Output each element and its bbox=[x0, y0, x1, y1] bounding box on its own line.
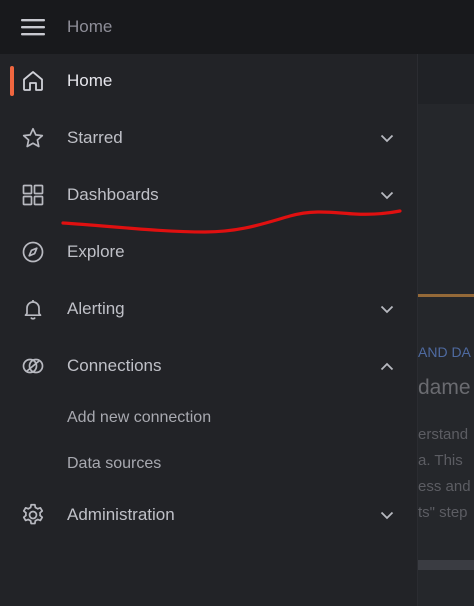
background-scrollbar bbox=[416, 560, 474, 570]
nav-subitem-data-sources[interactable]: Data sources bbox=[67, 455, 161, 473]
background-text: a. This bbox=[418, 452, 463, 469]
background-accent-line bbox=[416, 294, 474, 297]
nav-item-dashboards[interactable]: Dashboards bbox=[0, 172, 418, 218]
chevron-down-icon[interactable] bbox=[377, 128, 397, 148]
chevron-down-icon[interactable] bbox=[377, 299, 397, 319]
nav-item-label: Explore bbox=[67, 242, 125, 261]
chevron-down-icon[interactable] bbox=[377, 505, 397, 525]
nav-item-explore[interactable]: Explore bbox=[0, 229, 418, 275]
active-indicator bbox=[10, 66, 14, 96]
nav-item-label: Starred bbox=[67, 128, 123, 147]
compass-icon bbox=[19, 238, 47, 266]
background-page: AND DA dame erstand a. This ess and ts" … bbox=[416, 54, 474, 606]
star-icon bbox=[19, 124, 47, 152]
top-bar: Home bbox=[0, 0, 474, 54]
nav-item-label: Administration bbox=[67, 505, 175, 524]
breadcrumb[interactable]: Home bbox=[67, 17, 112, 37]
nav-item-label: Home bbox=[67, 71, 113, 90]
menu-toggle-button[interactable] bbox=[13, 7, 53, 47]
nav-item-alerting[interactable]: Alerting bbox=[0, 286, 418, 332]
chevron-up-icon[interactable] bbox=[377, 356, 397, 376]
nav-menu: Home Starred Dashboards Explore Alerting… bbox=[0, 54, 418, 606]
nav-item-starred[interactable]: Starred bbox=[0, 115, 418, 161]
nav-item-label: Connections bbox=[67, 356, 162, 375]
nav-subitem-add-new-connection[interactable]: Add new connection bbox=[67, 409, 211, 427]
hamburger-icon bbox=[21, 19, 45, 36]
background-text: ts" step bbox=[418, 504, 468, 521]
background-text: dame bbox=[418, 376, 471, 399]
connections-icon bbox=[19, 352, 47, 380]
background-text: AND DA bbox=[418, 344, 471, 360]
nav-item-connections[interactable]: Connections bbox=[0, 343, 418, 389]
nav-item-administration[interactable]: Administration bbox=[0, 492, 418, 538]
home-icon bbox=[19, 67, 47, 95]
background-text: ess and bbox=[418, 478, 471, 495]
bell-icon bbox=[19, 295, 47, 323]
chevron-down-icon[interactable] bbox=[377, 185, 397, 205]
nav-item-label: Dashboards bbox=[67, 185, 159, 204]
apps-grid-icon bbox=[19, 181, 47, 209]
background-text: erstand bbox=[418, 426, 469, 443]
nav-item-home[interactable]: Home bbox=[0, 58, 418, 104]
nav-item-label: Alerting bbox=[67, 299, 125, 318]
cog-icon bbox=[19, 501, 47, 529]
